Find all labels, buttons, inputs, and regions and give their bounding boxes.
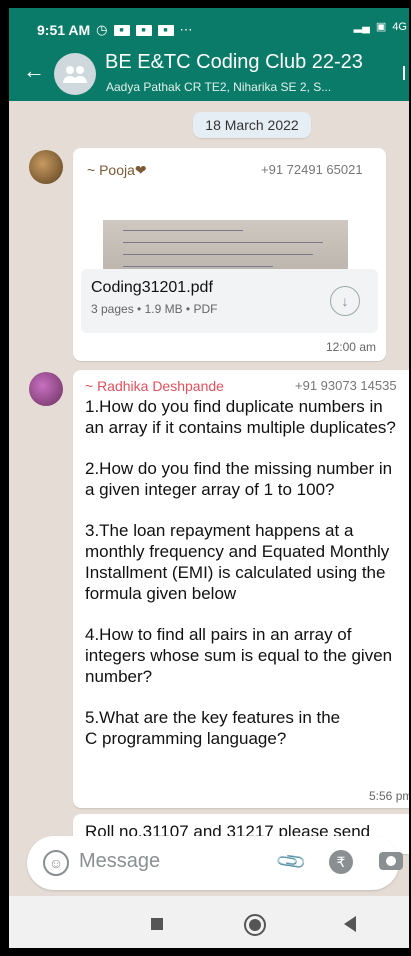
menu-icon[interactable] <box>403 66 405 80</box>
document-meta: 3 pages • 1.9 MB • PDF <box>91 302 218 316</box>
message-bubble[interactable]: ~ Radhika Deshpande +91 93073 14535 1.Ho… <box>73 370 409 808</box>
message-composer[interactable]: ☺ Message 📎 ₹ <box>27 836 403 890</box>
message-paragraph: 2.How do you find the missing number in … <box>85 459 393 499</box>
payment-icon[interactable]: ₹ <box>329 850 353 874</box>
more-notifications-icon: ⋯ <box>179 22 193 37</box>
preview-line <box>123 254 313 255</box>
status-bar: 9:51 AM ◷ ■ ■ ■ ⋯ <box>37 22 193 38</box>
sender-phone: +91 72491 65021 <box>261 162 363 177</box>
camera-icon[interactable] <box>379 852 403 870</box>
sim-icon: ■ <box>113 24 130 36</box>
status-bar-right: ▂▄ ▣ 4G <box>353 20 407 34</box>
message-paragraph: 5.What are the key features in the C pro… <box>85 708 341 748</box>
group-avatar[interactable] <box>54 53 96 95</box>
message-paragraph: 1.How do you find duplicate numbers in a… <box>85 397 396 437</box>
document-preview[interactable] <box>103 220 348 270</box>
message-bubble[interactable]: ~ Pooja❤ +91 72491 65021 Coding31201.pdf… <box>73 148 386 361</box>
document-attachment[interactable]: Coding31201.pdf 3 pages • 1.9 MB • PDF ↓ <box>81 269 378 333</box>
status-time: 9:51 AM <box>37 22 91 38</box>
chat-header: 9:51 AM ◷ ■ ■ ■ ⋯ ▂▄ ▣ 4G ← BE E&TC Codi… <box>9 8 409 101</box>
avatar[interactable] <box>29 372 63 406</box>
message-text: 1.How do you find duplicate numbers in a… <box>85 396 405 769</box>
attach-icon[interactable]: 📎 <box>274 844 309 879</box>
back-icon[interactable] <box>344 916 356 932</box>
phone-screen: 9:51 AM ◷ ■ ■ ■ ⋯ ▂▄ ▣ 4G ← BE E&TC Codi… <box>9 8 409 948</box>
chat-title[interactable]: BE E&TC Coding Club 22-23 <box>105 51 363 74</box>
date-chip: 18 March 2022 <box>193 112 311 138</box>
message-paragraph: 4.How to find all pairs in an array of i… <box>85 625 393 686</box>
sender-name[interactable]: ~ Pooja❤ <box>87 162 147 179</box>
preview-line <box>123 242 323 243</box>
sender-phone: +91 93073 14535 <box>295 378 397 393</box>
device-frame: 9:51 AM ◷ ■ ■ ■ ⋯ ▂▄ ▣ 4G ← BE E&TC Codi… <box>0 0 411 956</box>
signal-icon: ▂▄ <box>353 21 370 33</box>
document-name: Coding31201.pdf <box>91 279 213 296</box>
sender-name[interactable]: ~ Radhika Deshpande <box>85 378 224 394</box>
group-icon <box>63 66 87 83</box>
back-arrow-icon[interactable]: ← <box>23 58 45 84</box>
message-paragraph: 3.The loan repayment happens at a monthl… <box>85 521 390 603</box>
message-time: 12:00 am <box>325 340 376 354</box>
preview-line <box>123 230 243 231</box>
emoji-icon[interactable]: ☺ <box>43 850 69 876</box>
volte-icon: ▣ <box>375 21 387 33</box>
recent-apps-icon[interactable] <box>151 918 163 930</box>
navigation-bar <box>9 896 409 948</box>
message-time: 5:56 pm <box>369 789 409 803</box>
avatar[interactable] <box>29 150 63 184</box>
app-notification-icon: ■ <box>135 24 152 36</box>
alarm-icon: ◷ <box>96 22 108 37</box>
message-input[interactable]: Message <box>79 850 160 873</box>
chat-members[interactable]: Aadya Pathak CR TE2, Niharika SE 2, S... <box>106 80 386 94</box>
app-notification-icon-2: ■ <box>157 24 174 36</box>
home-icon[interactable] <box>244 914 266 936</box>
network-type: 4G <box>392 20 407 33</box>
download-icon[interactable]: ↓ <box>330 286 360 316</box>
preview-line <box>123 266 273 267</box>
